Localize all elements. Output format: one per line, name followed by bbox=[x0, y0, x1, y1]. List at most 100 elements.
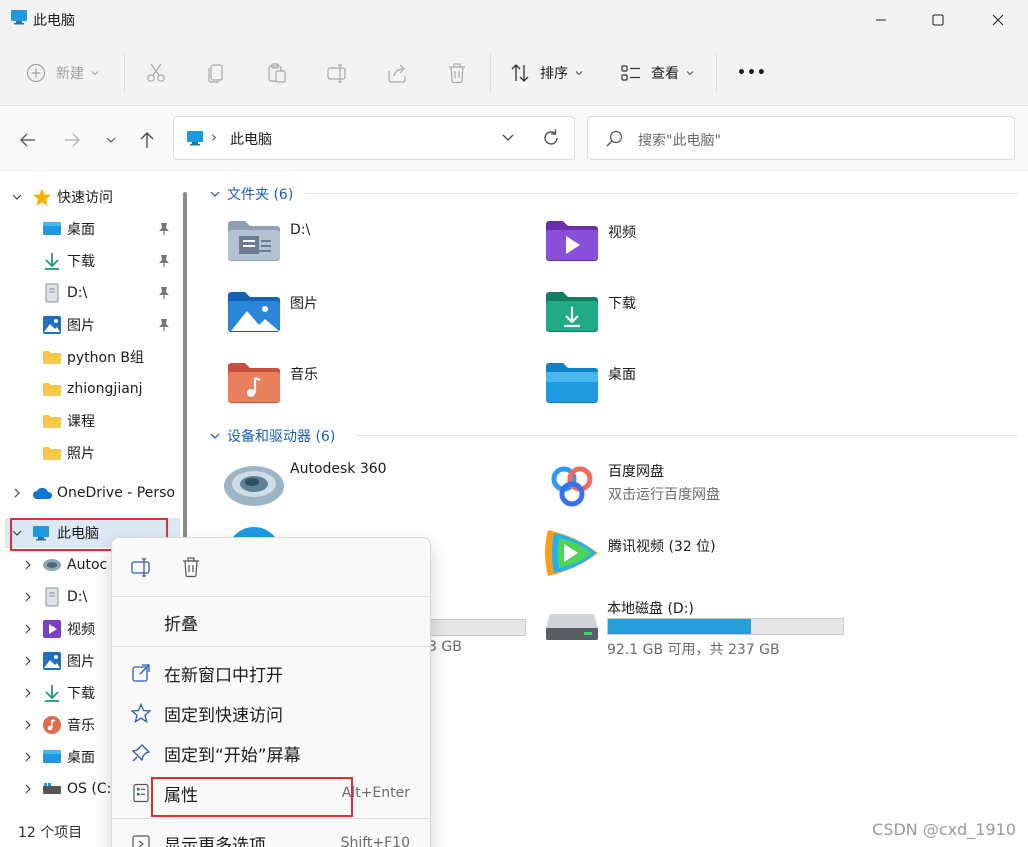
rename-button[interactable] bbox=[130, 556, 152, 582]
folder-tile-music[interactable]: 音乐 bbox=[227, 360, 318, 404]
sidebar-item-courses[interactable]: 课程 bbox=[0, 406, 180, 436]
sidebar-item-quick-access[interactable]: 快速访问 bbox=[0, 182, 180, 212]
copy-button[interactable] bbox=[205, 55, 227, 91]
forward-button[interactable] bbox=[58, 126, 86, 154]
menu-item-pin-start[interactable]: 固定到“开始”屏幕 bbox=[112, 734, 430, 772]
sidebar-item-pictures[interactable]: 图片 bbox=[0, 310, 180, 340]
folder-label: D:\ bbox=[290, 222, 311, 238]
tencent-video-icon bbox=[545, 530, 598, 576]
sidebar-item-label: zhiongjianj bbox=[67, 381, 143, 397]
sidebar-item-photos[interactable]: 照片 bbox=[0, 438, 180, 468]
toolbar-divider bbox=[716, 54, 717, 92]
paste-button[interactable] bbox=[266, 55, 288, 91]
search-box[interactable]: 搜索"此电脑" bbox=[587, 116, 1015, 160]
up-button[interactable] bbox=[133, 126, 161, 154]
copy-icon bbox=[208, 64, 223, 83]
cloud-icon bbox=[33, 487, 53, 499]
search-icon bbox=[605, 130, 623, 152]
download-icon bbox=[45, 685, 59, 702]
rename-button[interactable] bbox=[326, 55, 348, 91]
new-button[interactable]: 新建 bbox=[26, 55, 100, 91]
menu-item-more-options[interactable]: 显示更多选项 Shift+F10 bbox=[112, 824, 430, 847]
menu-divider bbox=[112, 646, 430, 647]
close-button[interactable] bbox=[968, 0, 1027, 40]
pin-icon[interactable] bbox=[157, 222, 171, 236]
refresh-icon bbox=[544, 129, 558, 145]
more-icon: ••• bbox=[737, 65, 767, 81]
device-tile-autodesk[interactable]: Autodesk 360 bbox=[223, 456, 387, 508]
more-button[interactable]: ••• bbox=[737, 55, 767, 91]
download-icon bbox=[45, 253, 59, 270]
folder-tile-videos[interactable]: 视频 bbox=[545, 218, 636, 262]
chevron-down-icon bbox=[575, 71, 583, 76]
pin-icon[interactable] bbox=[157, 318, 171, 332]
chevron-right-icon bbox=[25, 624, 31, 634]
view-button[interactable]: 查看 bbox=[620, 55, 695, 91]
sidebar-item-label: python B组 bbox=[67, 350, 145, 366]
pictures-icon bbox=[43, 316, 61, 334]
chevron-right-icon bbox=[25, 688, 31, 698]
pin-icon bbox=[131, 744, 151, 762]
sidebar-item-d-drive[interactable]: D:\ bbox=[0, 278, 180, 308]
maximize-button[interactable] bbox=[908, 0, 967, 40]
share-button[interactable] bbox=[386, 55, 408, 91]
device-tile-baidu[interactable]: 百度网盘 双击运行百度网盘 bbox=[542, 456, 720, 516]
toolbar-divider bbox=[490, 54, 491, 92]
drive-folder-icon bbox=[228, 221, 280, 261]
sort-button[interactable]: 排序 bbox=[509, 55, 584, 91]
device-tile-tencent[interactable]: 腾讯视频 (32 位) bbox=[540, 524, 716, 582]
this-pc-icon bbox=[10, 9, 28, 29]
cut-button[interactable] bbox=[145, 55, 167, 91]
drive-usage-bar bbox=[607, 618, 844, 635]
desktop-folder-icon bbox=[546, 363, 598, 403]
group-divider bbox=[355, 435, 1018, 436]
pictures-icon bbox=[43, 652, 61, 670]
sidebar-item-python-b[interactable]: python B组 bbox=[0, 342, 180, 372]
back-button[interactable] bbox=[14, 126, 42, 154]
command-bar: 新建 排序 查看 ••• bbox=[0, 40, 1028, 106]
menu-item-label: 固定到“开始”屏幕 bbox=[164, 745, 301, 766]
recent-locations-button[interactable] bbox=[97, 126, 125, 154]
star-icon bbox=[131, 703, 151, 723]
folder-tile-pictures[interactable]: 图片 bbox=[227, 289, 318, 333]
group-header-devices[interactable]: 设备和驱动器 (6) bbox=[209, 426, 335, 446]
pin-icon[interactable] bbox=[157, 286, 171, 300]
pictures-folder-icon bbox=[228, 292, 280, 332]
close-icon bbox=[992, 14, 1003, 26]
folder-label: 桌面 bbox=[608, 367, 636, 383]
chevron-down-icon bbox=[686, 71, 694, 76]
menu-divider bbox=[112, 818, 430, 819]
sidebar-item-desktop[interactable]: 桌面 bbox=[0, 214, 180, 244]
music-icon bbox=[43, 716, 61, 734]
group-divider bbox=[305, 193, 1018, 194]
folder-tile-d[interactable]: D:\ bbox=[227, 218, 310, 262]
breadcrumb-this-pc[interactable]: 此电脑 bbox=[230, 129, 272, 149]
refresh-button[interactable] bbox=[541, 128, 561, 152]
sidebar-item-downloads[interactable]: 下载 bbox=[0, 246, 180, 276]
folder-icon bbox=[43, 447, 61, 460]
address-history-button[interactable] bbox=[501, 132, 515, 148]
folder-tile-downloads[interactable]: 下载 bbox=[545, 289, 636, 333]
menu-item-pin-quick-access[interactable]: 固定到快速访问 bbox=[112, 694, 430, 732]
folder-icon bbox=[43, 351, 61, 364]
delete-button[interactable] bbox=[180, 556, 202, 582]
sidebar-item-zhiongjianj[interactable]: zhiongjianj bbox=[0, 374, 180, 404]
drive-usage-fill bbox=[608, 619, 752, 634]
address-bar[interactable]: › 此电脑 bbox=[173, 116, 575, 160]
pin-icon[interactable] bbox=[157, 254, 171, 268]
menu-item-open-new-window[interactable]: 在新窗口中打开 bbox=[112, 654, 430, 692]
star-icon bbox=[33, 188, 51, 206]
folder-tile-desktop[interactable]: 桌面 bbox=[545, 360, 636, 404]
properties-icon bbox=[133, 783, 149, 803]
desktop-icon bbox=[43, 750, 61, 763]
minimize-button[interactable] bbox=[851, 0, 910, 40]
sidebar-item-onedrive[interactable]: OneDrive - Perso bbox=[0, 478, 180, 508]
device-tile-local-d[interactable] bbox=[544, 598, 600, 644]
group-header-folders[interactable]: 文件夹 (6) bbox=[209, 184, 293, 204]
chevron-right-icon bbox=[25, 784, 31, 794]
delete-button[interactable] bbox=[446, 55, 468, 91]
sidebar-item-label: 桌面 bbox=[67, 750, 95, 766]
highlight-box-properties bbox=[151, 777, 353, 817]
menu-item-collapse[interactable]: 折叠 bbox=[112, 603, 430, 641]
menu-item-shortcut: Shift+F10 bbox=[340, 835, 410, 847]
